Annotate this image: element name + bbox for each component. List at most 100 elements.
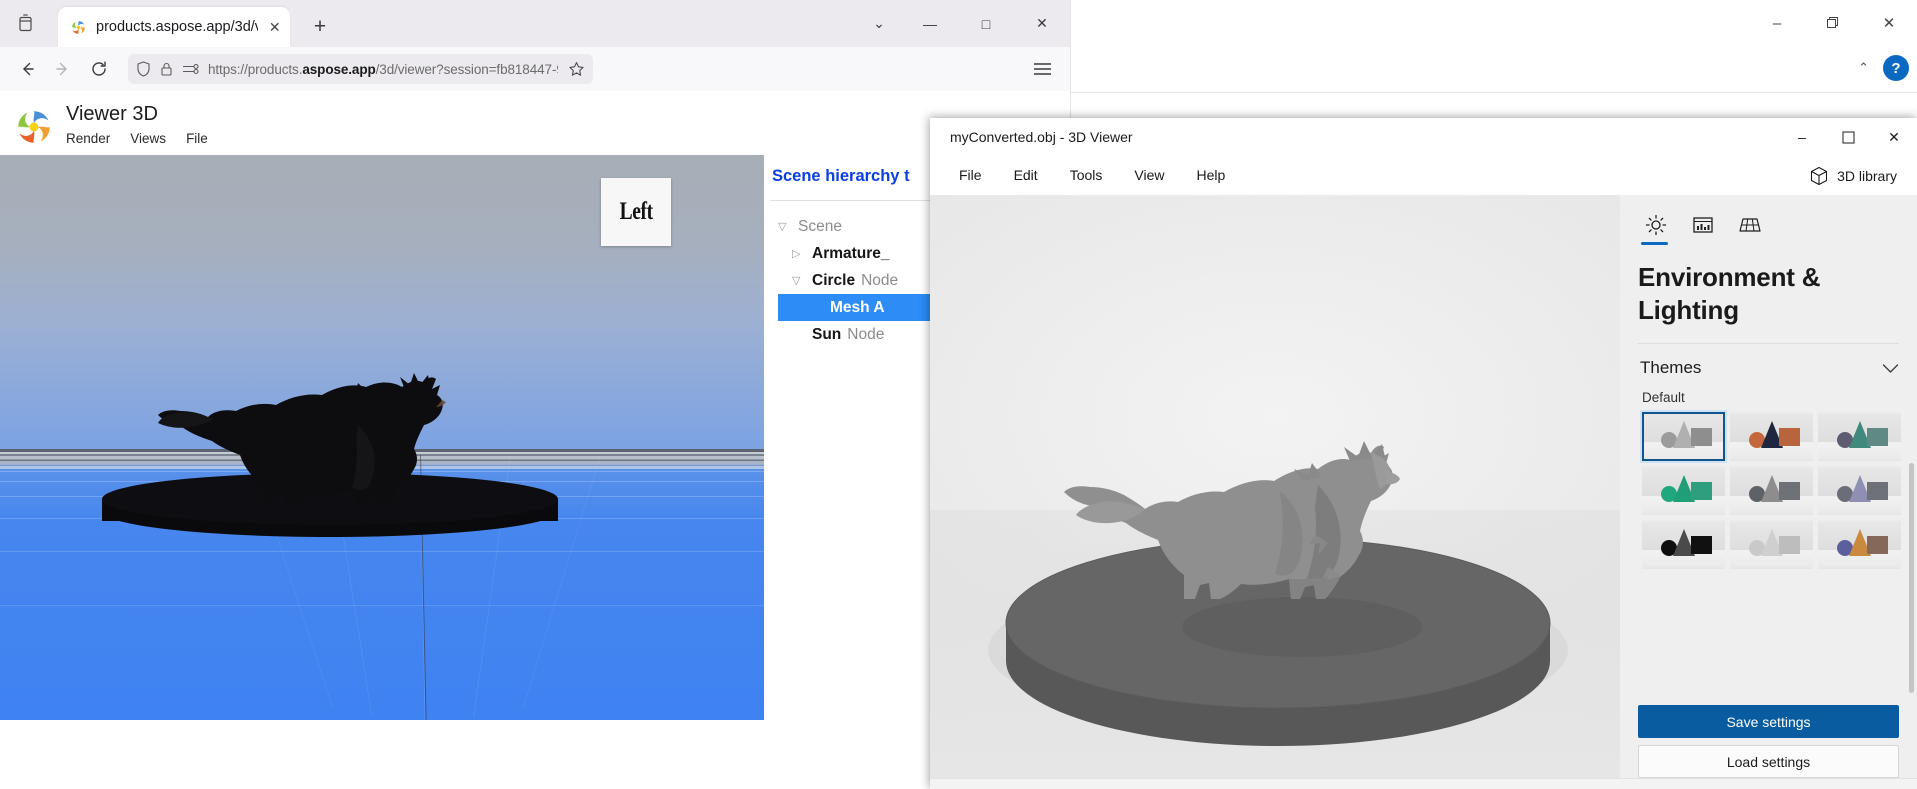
browser-maximize-button[interactable]: □	[958, 0, 1014, 47]
theme-thumbnail[interactable]	[1730, 412, 1813, 461]
load-settings-button[interactable]: Load settings	[1638, 745, 1899, 778]
theme-thumbnail[interactable]	[1730, 466, 1813, 515]
browser-tab[interactable]: products.aspose.app/3d/viewer ✕	[58, 7, 290, 47]
browser-menu-button[interactable]	[1024, 52, 1060, 86]
new-tab-button[interactable]: +	[302, 9, 338, 45]
browser-tab-title: products.aspose.app/3d/viewer	[96, 19, 259, 35]
tab-list-dropdown-icon[interactable]: ⌄	[856, 0, 902, 47]
chevron-down-icon[interactable]	[1882, 363, 1899, 374]
theme-shapes	[1837, 528, 1889, 558]
themes-group-label: Default	[1642, 390, 1685, 405]
vertical-tabs-icon	[18, 14, 32, 32]
viewer-menu-file[interactable]: File	[943, 156, 998, 195]
browser-navbar: https://products.aspose.app/3d/viewer?se…	[0, 47, 1070, 91]
reload-button[interactable]	[82, 52, 116, 86]
url-suffix: /3d/viewer?session=fb818447-9316-	[375, 61, 558, 77]
save-settings-button[interactable]: Save settings	[1638, 705, 1899, 738]
viewer-body: Environment & Lighting Themes Default Sa…	[930, 195, 1917, 778]
tree-node-label: Mesh A	[830, 298, 885, 316]
theme-shapes	[1661, 474, 1713, 504]
tab-actions-button[interactable]	[0, 0, 50, 47]
chevron-down-icon[interactable]	[792, 274, 806, 287]
viewer-close-button[interactable]: ✕	[1871, 118, 1917, 156]
back-button[interactable]	[10, 52, 44, 86]
viewer-maximize-button[interactable]	[1825, 118, 1871, 156]
theme-thumbnail[interactable]	[1642, 412, 1725, 461]
theme-shapes	[1837, 420, 1889, 450]
3d-viewer-window: myConverted.obj - 3D Viewer – ✕ File Edi…	[930, 118, 1917, 789]
theme-thumbnail[interactable]	[1818, 412, 1901, 461]
tab-grid-floor[interactable]	[1726, 205, 1773, 245]
tab-close-icon[interactable]: ✕	[267, 18, 282, 36]
view-orientation-cube[interactable]: Left	[601, 178, 671, 246]
themes-section-header[interactable]: Themes	[1620, 344, 1917, 378]
chevron-down-icon[interactable]	[778, 220, 792, 233]
reload-icon	[92, 61, 106, 76]
page-menu-views[interactable]: Views	[130, 131, 166, 146]
grid-floor-icon	[1738, 215, 1761, 235]
page-menu: Render Views File	[66, 131, 208, 146]
theme-shapes	[1837, 474, 1889, 504]
background-window-controls: – ✕	[1657, 0, 1917, 46]
address-bar-url[interactable]: https://products.aspose.app/3d/viewer?se…	[208, 62, 558, 77]
bg-help-button[interactable]: ?	[1883, 55, 1909, 81]
theme-shapes	[1749, 420, 1801, 450]
restore-icon	[1827, 17, 1838, 28]
theme-thumbnail[interactable]	[1730, 520, 1813, 569]
panel-tabs	[1620, 195, 1917, 245]
bg-minimize-button[interactable]: –	[1749, 3, 1805, 43]
forward-button[interactable]	[46, 52, 80, 86]
page-menu-render[interactable]: Render	[66, 131, 110, 146]
viewer-minimize-button[interactable]: –	[1779, 118, 1825, 156]
bg-close-button[interactable]: ✕	[1861, 3, 1917, 43]
web-3d-viewport[interactable]: Left	[0, 155, 764, 720]
browser-minimize-button[interactable]: —	[902, 0, 958, 47]
theme-shapes	[1749, 474, 1801, 504]
active-tab-underline	[1641, 242, 1668, 245]
3d-library-label: 3D library	[1837, 167, 1897, 184]
viewer-right-panel: Environment & Lighting Themes Default Sa…	[1620, 195, 1917, 778]
theme-shapes	[1661, 528, 1713, 558]
viewer-menu-edit[interactable]: Edit	[998, 156, 1054, 195]
tab-environment-lighting[interactable]	[1632, 205, 1679, 245]
shield-icon[interactable]	[136, 61, 151, 77]
page-header-texts: Viewer 3D Render Views File	[66, 101, 208, 146]
theme-thumbnail[interactable]	[1818, 466, 1901, 515]
theme-thumbnail[interactable]	[1818, 520, 1901, 569]
theme-shapes	[1661, 420, 1713, 450]
panel-action-buttons: Save settings Load settings	[1620, 693, 1917, 778]
browser-close-button[interactable]: ✕	[1014, 0, 1070, 47]
theme-thumbnail[interactable]	[1642, 520, 1725, 569]
address-bar[interactable]: https://products.aspose.app/3d/viewer?se…	[128, 54, 593, 84]
browser-tabstrip: products.aspose.app/3d/viewer ✕ + ⌄ — □ …	[0, 0, 1070, 47]
3d-cube-icon	[1810, 166, 1829, 186]
background-window-toolbar: ⌃ ?	[1858, 46, 1909, 90]
viewer-menu-help[interactable]: Help	[1180, 156, 1241, 195]
viewer-menubar: File Edit Tools View Help 3D library	[930, 156, 1917, 195]
tree-node-label: Scene	[798, 217, 842, 235]
3d-library-button[interactable]: 3D library	[1810, 166, 1917, 186]
viewer-menu-tools[interactable]: Tools	[1054, 156, 1119, 195]
panel-scrollbar[interactable]	[1909, 463, 1914, 693]
page-menu-file[interactable]: File	[186, 131, 208, 146]
theme-thumbnail-grid	[1620, 412, 1917, 569]
bookmark-star-icon[interactable]	[567, 61, 585, 78]
bg-collapse-chevron-icon[interactable]: ⌃	[1858, 60, 1869, 76]
theme-shapes	[1749, 528, 1801, 558]
viewer-3d-canvas[interactable]	[930, 195, 1620, 778]
theme-thumbnail[interactable]	[1642, 466, 1725, 515]
viewer-model-wolf	[988, 441, 1568, 746]
page-body: Left Scene hierarchy t Scene A	[0, 155, 1070, 720]
bg-restore-button[interactable]	[1805, 3, 1861, 43]
tab-image-effects[interactable]	[1679, 205, 1726, 245]
chevron-right-icon[interactable]	[792, 247, 806, 260]
tree-node-label: Circle	[812, 271, 856, 289]
url-prefix: https://products.	[208, 61, 303, 77]
forward-arrow-icon	[56, 62, 67, 76]
lock-icon[interactable]	[160, 61, 173, 77]
bg-separator	[1071, 92, 1917, 93]
screen-root: – ✕ ⌃ ? products.aspose.app/3d/v ✕ + ⌄ —…	[0, 0, 1917, 789]
viewer-menu-view[interactable]: View	[1118, 156, 1180, 195]
permissions-icon[interactable]	[182, 63, 199, 75]
page-title: Viewer 3D	[66, 103, 158, 125]
